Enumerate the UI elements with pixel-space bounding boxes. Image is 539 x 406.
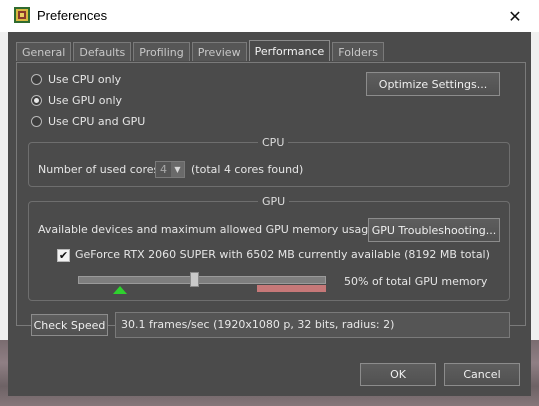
dialog-client: General Defaults Profiling Preview Perfo…: [8, 32, 531, 396]
check-icon: ✔: [58, 249, 69, 262]
gpu-troubleshooting-button[interactable]: GPU Troubleshooting...: [368, 218, 500, 242]
gpu-device-checkbox[interactable]: ✔: [57, 249, 70, 262]
tab-profiling[interactable]: Profiling: [133, 42, 190, 61]
radio-cpu-and-gpu[interactable]: Use CPU and GPU: [31, 114, 145, 128]
preferences-app-icon: [14, 7, 30, 23]
window-frame: Preferences ✕ General Defaults Profiling…: [0, 0, 539, 406]
radio-indicator: [31, 94, 42, 106]
cancel-button[interactable]: Cancel: [444, 363, 520, 386]
tab-folders[interactable]: Folders: [332, 42, 385, 61]
chevron-down-icon[interactable]: ▼: [171, 162, 184, 177]
gpu-device-label: GeForce RTX 2060 SUPER with 6502 MB curr…: [75, 248, 490, 261]
tab-general[interactable]: General: [16, 42, 72, 61]
radio-cpu-only[interactable]: Use CPU only: [31, 72, 121, 86]
tab-performance[interactable]: Performance: [248, 40, 331, 61]
cores-total: (total 4 cores found): [191, 163, 304, 176]
tab-strip: General Defaults Profiling Preview Perfo…: [16, 40, 386, 62]
title-bar: Preferences ✕: [0, 0, 539, 32]
gpu-group-label: GPU: [258, 195, 290, 208]
radio-label: Use CPU only: [48, 72, 122, 86]
radio-label: Use CPU and GPU: [48, 114, 146, 128]
check-speed-button[interactable]: Check Speed: [31, 314, 108, 336]
radio-indicator: [31, 73, 42, 85]
close-icon[interactable]: ✕: [502, 3, 528, 29]
ok-button[interactable]: OK: [360, 363, 436, 386]
gpu-memory-limit-bar: [257, 285, 326, 292]
gpu-memory-percent: 50% of total GPU memory: [344, 275, 488, 288]
gpu-devices-label: Available devices and maximum allowed GP…: [38, 223, 379, 236]
cores-spinner[interactable]: 4 ▼: [155, 161, 185, 178]
optimize-settings-button[interactable]: Optimize Settings...: [366, 72, 500, 96]
window-title: Preferences: [37, 8, 108, 23]
triangle-up-icon: [113, 286, 127, 294]
cpu-group-label: CPU: [258, 136, 289, 149]
cores-value: 4: [160, 163, 167, 176]
gpu-memory-slider-track[interactable]: [78, 276, 326, 284]
radio-indicator: [31, 115, 42, 127]
radio-label: Use GPU only: [48, 93, 123, 107]
cores-label: Number of used cores:: [38, 163, 163, 176]
tab-defaults[interactable]: Defaults: [73, 42, 132, 61]
tab-preview[interactable]: Preview: [191, 42, 247, 61]
gpu-memory-slider-thumb[interactable]: [190, 272, 199, 287]
radio-gpu-only[interactable]: Use GPU only: [31, 93, 122, 107]
speed-result-field: 30.1 frames/sec (1920x1080 p, 32 bits, r…: [115, 312, 510, 338]
